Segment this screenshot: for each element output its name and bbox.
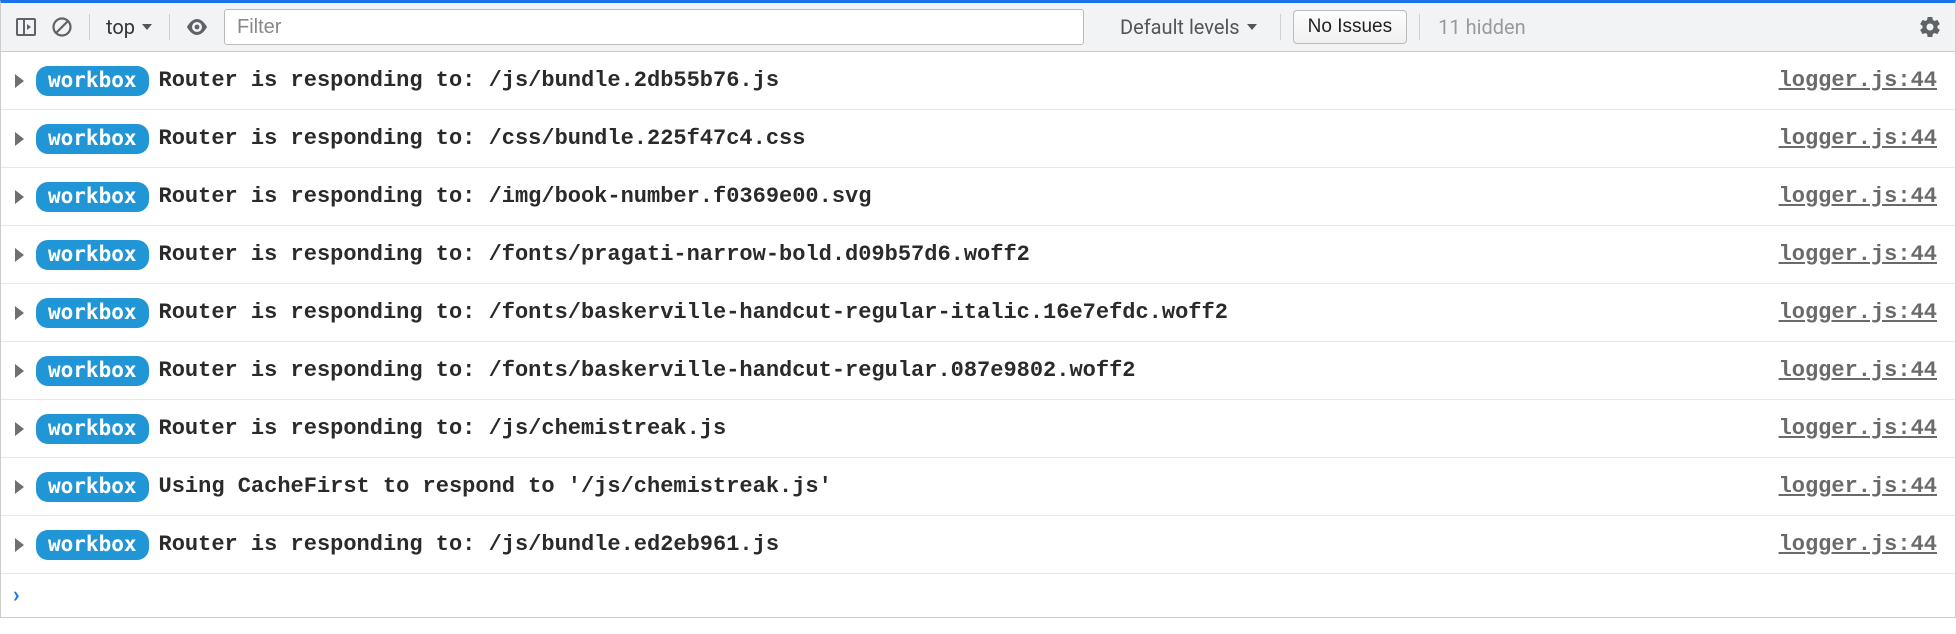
workbox-badge: workbox bbox=[36, 298, 149, 328]
workbox-badge: workbox bbox=[36, 530, 149, 560]
log-message: Router is responding to: /img/book-numbe… bbox=[159, 184, 872, 209]
log-row[interactable]: workbox Router is responding to: /js/bund… bbox=[1, 516, 1955, 574]
source-link[interactable]: logger.js:44 bbox=[1779, 416, 1937, 441]
disclosure-triangle-icon[interactable] bbox=[15, 306, 24, 320]
workbox-badge: workbox bbox=[36, 124, 149, 154]
log-message: Using CacheFirst to respond to '/js/chem… bbox=[159, 474, 832, 499]
source-link[interactable]: logger.js:44 bbox=[1779, 474, 1937, 499]
toolbar-divider bbox=[169, 14, 170, 40]
workbox-badge: workbox bbox=[36, 182, 149, 212]
log-message: Router is responding to: /fonts/pragati-… bbox=[159, 242, 1030, 267]
source-link[interactable]: logger.js:44 bbox=[1779, 300, 1937, 325]
log-levels-selector[interactable]: Default levels bbox=[1110, 15, 1268, 39]
source-link[interactable]: logger.js:44 bbox=[1779, 126, 1937, 151]
log-message: Router is responding to: /css/bundle.225… bbox=[159, 126, 806, 151]
log-row[interactable]: workbox Router is responding to: /css/bun… bbox=[1, 110, 1955, 168]
toolbar-divider bbox=[1419, 14, 1420, 40]
prompt-chevron-icon: › bbox=[13, 583, 20, 608]
hidden-messages-count[interactable]: 11 hidden bbox=[1432, 15, 1532, 39]
log-row[interactable]: workbox Router is responding to: /img/boo… bbox=[1, 168, 1955, 226]
source-link[interactable]: logger.js:44 bbox=[1779, 68, 1937, 93]
log-message: Router is responding to: /fonts/baskervi… bbox=[159, 358, 1136, 383]
execution-context-selector[interactable]: top bbox=[102, 15, 157, 39]
live-expression-icon[interactable] bbox=[182, 12, 212, 42]
log-row[interactable]: workbox Router is responding to: /fonts/b… bbox=[1, 284, 1955, 342]
workbox-badge: workbox bbox=[36, 240, 149, 270]
workbox-badge: workbox bbox=[36, 472, 149, 502]
source-link[interactable]: logger.js:44 bbox=[1779, 184, 1937, 209]
disclosure-triangle-icon[interactable] bbox=[15, 132, 24, 146]
disclosure-triangle-icon[interactable] bbox=[15, 190, 24, 204]
disclosure-triangle-icon[interactable] bbox=[15, 538, 24, 552]
clear-console-icon[interactable] bbox=[47, 12, 77, 42]
chevron-down-icon bbox=[1246, 21, 1258, 33]
workbox-badge: workbox bbox=[36, 66, 149, 96]
log-row[interactable]: workbox Router is responding to: /fonts/p… bbox=[1, 226, 1955, 284]
disclosure-triangle-icon[interactable] bbox=[15, 422, 24, 436]
console-toolbar: top Default levels No Issues 11 hidden bbox=[0, 0, 1956, 52]
disclosure-triangle-icon[interactable] bbox=[15, 74, 24, 88]
console-log-list: workbox Router is responding to: /js/bund… bbox=[0, 52, 1956, 574]
log-message: Router is responding to: /fonts/baskervi… bbox=[159, 300, 1228, 325]
issues-button[interactable]: No Issues bbox=[1293, 10, 1407, 44]
log-message: Router is responding to: /js/bundle.2db5… bbox=[159, 68, 780, 93]
filter-input[interactable] bbox=[224, 9, 1084, 45]
console-prompt[interactable]: › bbox=[0, 574, 1956, 618]
disclosure-triangle-icon[interactable] bbox=[15, 248, 24, 262]
log-row[interactable]: workbox Using CacheFirst to respond to '/… bbox=[1, 458, 1955, 516]
source-link[interactable]: logger.js:44 bbox=[1779, 358, 1937, 383]
chevron-down-icon bbox=[141, 21, 153, 33]
disclosure-triangle-icon[interactable] bbox=[15, 364, 24, 378]
log-row[interactable]: workbox Router is responding to: /js/chem… bbox=[1, 400, 1955, 458]
levels-label: Default levels bbox=[1120, 15, 1240, 39]
log-row[interactable]: workbox Router is responding to: /js/bund… bbox=[1, 52, 1955, 110]
workbox-badge: workbox bbox=[36, 356, 149, 386]
toolbar-divider bbox=[1280, 14, 1281, 40]
settings-gear-icon[interactable] bbox=[1915, 12, 1945, 42]
context-label: top bbox=[106, 15, 135, 39]
log-row[interactable]: workbox Router is responding to: /fonts/b… bbox=[1, 342, 1955, 400]
log-message: Router is responding to: /js/bundle.ed2e… bbox=[159, 532, 780, 557]
toggle-sidebar-icon[interactable] bbox=[11, 12, 41, 42]
source-link[interactable]: logger.js:44 bbox=[1779, 242, 1937, 267]
source-link[interactable]: logger.js:44 bbox=[1779, 532, 1937, 557]
toolbar-divider bbox=[89, 14, 90, 40]
log-message: Router is responding to: /js/chemistreak… bbox=[159, 416, 727, 441]
disclosure-triangle-icon[interactable] bbox=[15, 480, 24, 494]
workbox-badge: workbox bbox=[36, 414, 149, 444]
